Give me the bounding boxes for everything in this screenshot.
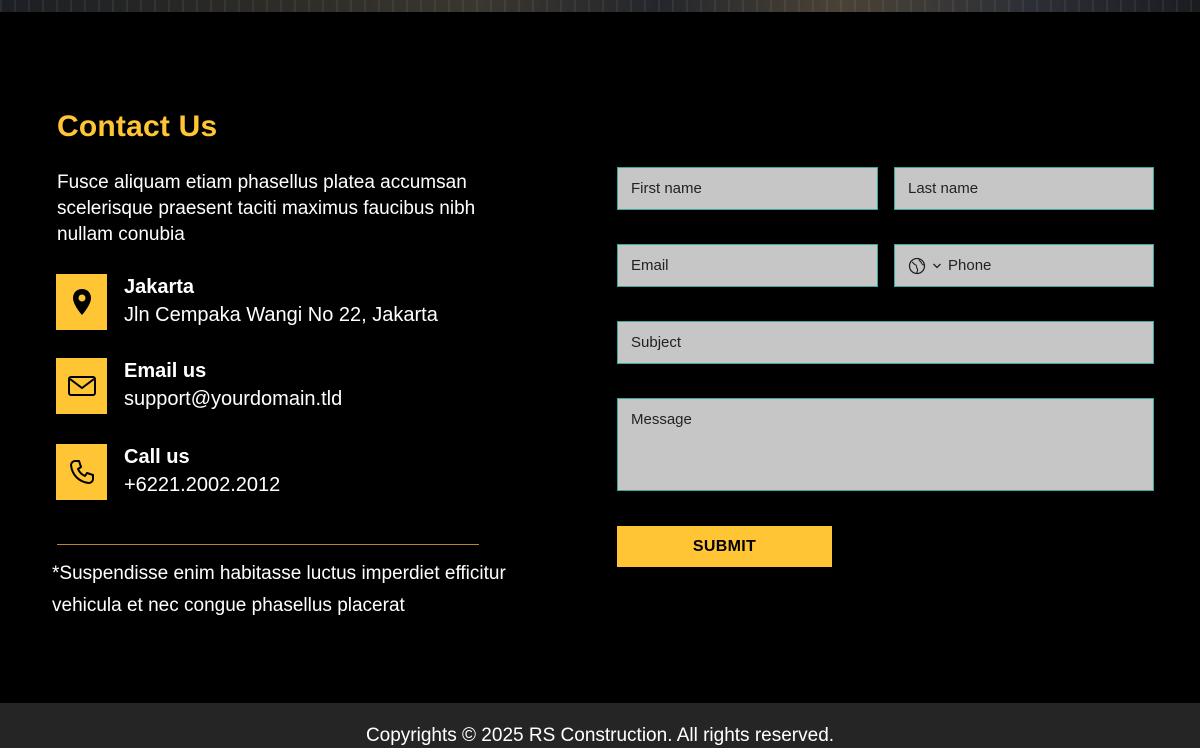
subject-field[interactable] xyxy=(617,321,1154,364)
contact-footnote: *Suspendisse enim habitasse luctus imper… xyxy=(52,563,506,616)
info-item-email: Email us support@yourdomain.tld xyxy=(56,358,536,416)
info-value-phone[interactable]: +6221.2002.2012 xyxy=(124,474,280,497)
info-item-phone: Call us +6221.2002.2012 xyxy=(56,444,536,502)
email-input[interactable] xyxy=(631,245,877,286)
first-name-field[interactable] xyxy=(617,167,878,210)
last-name-input[interactable] xyxy=(908,168,1153,209)
hero-image-strip xyxy=(0,0,1200,12)
first-name-input[interactable] xyxy=(631,168,877,209)
footer: Copyrights © 2025 RS Construction. All r… xyxy=(0,703,1200,748)
info-title-email: Email us xyxy=(124,360,207,382)
location-pin-icon xyxy=(56,274,107,330)
email-field[interactable] xyxy=(617,244,878,287)
contact-section: Contact Us Fusce aliquam etiam phasellus… xyxy=(0,12,1200,703)
divider xyxy=(57,544,479,545)
country-code-selector[interactable] xyxy=(908,257,942,275)
info-title-location: Jakarta xyxy=(124,276,195,298)
envelope-icon xyxy=(56,358,107,414)
info-value-email[interactable]: support@yourdomain.tld xyxy=(124,388,342,411)
info-title-phone: Call us xyxy=(124,446,190,468)
last-name-field[interactable] xyxy=(894,167,1154,210)
info-item-location: Jakarta Jln Cempaka Wangi No 22, Jakarta xyxy=(56,274,536,332)
copyright-text: Copyrights © 2025 RS Construction. All r… xyxy=(365,724,835,746)
phone-icon xyxy=(56,444,107,500)
contact-description: Fusce aliquam etiam phasellus platea acc… xyxy=(57,172,476,245)
phone-field[interactable] xyxy=(894,244,1154,287)
message-field[interactable] xyxy=(617,398,1154,491)
globe-icon xyxy=(908,257,926,274)
chevron-down-icon xyxy=(933,263,941,268)
info-value-address: Jln Cempaka Wangi No 22, Jakarta xyxy=(124,304,438,326)
subject-input[interactable] xyxy=(631,322,1153,363)
contact-title: Contact Us xyxy=(57,110,218,143)
message-textarea[interactable] xyxy=(631,411,1153,490)
submit-button[interactable]: SUBMIT xyxy=(617,526,832,567)
phone-input[interactable] xyxy=(948,245,1153,286)
